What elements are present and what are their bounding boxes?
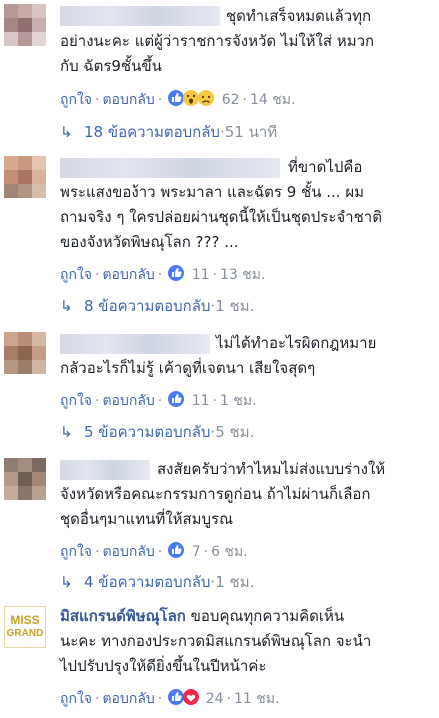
reply-timestamp: 1 ชม. bbox=[215, 297, 255, 315]
reply-count[interactable]: 8 ข้อความตอบกลับ bbox=[84, 297, 210, 315]
reply-button[interactable]: ตอบกลับ bbox=[102, 92, 154, 108]
separator: · bbox=[226, 691, 231, 707]
separator: · bbox=[212, 267, 217, 283]
separator: · bbox=[95, 544, 100, 560]
commenter-name-redacted[interactable] bbox=[60, 6, 220, 26]
reactions-summary[interactable] bbox=[167, 390, 187, 414]
like-button[interactable]: ถูกใจ bbox=[60, 691, 92, 707]
reply-count[interactable]: 18 ข้อความตอบกลับ bbox=[84, 123, 220, 141]
reply-button[interactable]: ตอบกลับ bbox=[102, 691, 154, 707]
avatar[interactable] bbox=[4, 4, 46, 46]
comment-timestamp[interactable]: 13 ชม. bbox=[220, 267, 265, 283]
separator: · bbox=[95, 393, 100, 409]
wow-icon bbox=[183, 90, 200, 106]
comment-text-line: กับ ฉัตร9ชั้นขึ้น bbox=[60, 57, 162, 75]
like-icon bbox=[168, 689, 185, 705]
reaction-count[interactable]: 24 bbox=[206, 691, 224, 707]
reaction-count[interactable]: 11 bbox=[192, 393, 210, 409]
sad-icon bbox=[198, 90, 215, 106]
separator: · bbox=[203, 544, 209, 560]
comment-timestamp[interactable]: 11 ชม. bbox=[234, 691, 279, 707]
commenter-name-redacted[interactable] bbox=[60, 334, 210, 354]
commenter-name-redacted[interactable] bbox=[60, 460, 150, 480]
separator: · bbox=[157, 691, 163, 707]
comment-timestamp[interactable]: 6 ชม. bbox=[211, 544, 248, 560]
separator: · bbox=[95, 691, 100, 707]
reply-timestamp: 51 นาที bbox=[224, 123, 278, 141]
reply-arrow-icon: ↳ bbox=[60, 423, 73, 441]
comment-text-line: ของจังหวัดพิษณุโลก ??? ... bbox=[60, 233, 239, 251]
comment-text-line: ที่ขาดไปคือ bbox=[288, 158, 363, 176]
reactions-summary[interactable] bbox=[167, 541, 187, 565]
separator: · bbox=[157, 393, 163, 409]
reactions-summary[interactable] bbox=[167, 264, 187, 288]
comment-text: ขอบคุณทุกความคิดเห็น bbox=[190, 607, 345, 625]
like-button[interactable]: ถูกใจ bbox=[60, 393, 92, 409]
view-replies-link[interactable]: ↳ 8 ข้อความตอบกลับ·1 ชม. bbox=[60, 296, 254, 316]
reaction-count[interactable]: 11 bbox=[192, 267, 210, 283]
separator: · bbox=[95, 267, 100, 283]
reply-button[interactable]: ตอบกลับ bbox=[102, 393, 154, 409]
comment-text-line: ถามจริง ๆ ใครปล่อยผ่านชุดนี้ให้เป็นชุดปร… bbox=[60, 208, 382, 226]
comment-actions: ถูกใจ · ตอบกลับ · 7 · 6 ชม. bbox=[60, 541, 248, 565]
like-icon bbox=[168, 542, 185, 558]
miss-grand-logo[interactable]: MISS GRAND bbox=[4, 606, 46, 648]
reply-arrow-icon: ↳ bbox=[60, 297, 73, 315]
separator: · bbox=[95, 92, 100, 108]
separator: · bbox=[157, 267, 163, 283]
like-icon bbox=[168, 391, 185, 407]
comment-timestamp[interactable]: 14 ชม. bbox=[250, 92, 295, 108]
reply-button[interactable]: ตอบกลับ bbox=[102, 544, 154, 560]
logo-text: GRAND bbox=[6, 628, 44, 639]
comment-text-line: ไปปรับปรุงให้ดียิ่งขึ้นในปีหน้าค่ะ bbox=[60, 657, 267, 675]
reply-count[interactable]: 5 ข้อความตอบกลับ bbox=[84, 423, 210, 441]
page-name-link[interactable]: มิสแกรนด์พิษณุโลก bbox=[60, 607, 186, 625]
reply-button[interactable]: ตอบกลับ bbox=[102, 267, 154, 283]
comment-text-line: สงสัยครับว่าทำไหมไม่ส่งแบบร่างให้ bbox=[157, 460, 386, 478]
comment-text-line: กลัวอะไรก็ไม่รู้ เค้าดูที่เจตนา เสียใจสุ… bbox=[60, 359, 316, 377]
comment-actions: ถูกใจ · ตอบกลับ · 62 · 14 ชม. bbox=[60, 89, 295, 113]
comment-actions: ถูกใจ · ตอบกลับ · 11 · 1 ชม. bbox=[60, 390, 257, 414]
reply-count[interactable]: 4 ข้อความตอบกลับ bbox=[84, 573, 210, 591]
separator: · bbox=[157, 544, 163, 560]
like-button[interactable]: ถูกใจ bbox=[60, 92, 92, 108]
view-replies-link[interactable]: ↳ 18 ข้อความตอบกลับ·51 นาที bbox=[60, 122, 277, 142]
comment-text-line: ไม่ได้ทำอะไรผิดกฎหมาย bbox=[216, 334, 377, 352]
view-replies-link[interactable]: ↳ 4 ข้อความตอบกลับ·1 ชม. bbox=[60, 572, 254, 592]
view-replies-link[interactable]: ↳ 5 ข้อความตอบกลับ·5 ชม. bbox=[60, 422, 254, 442]
avatar[interactable] bbox=[4, 156, 46, 198]
reaction-count[interactable]: 62 bbox=[222, 92, 240, 108]
like-button[interactable]: ถูกใจ bbox=[60, 544, 92, 560]
like-icon bbox=[168, 90, 185, 106]
separator: · bbox=[212, 393, 217, 409]
comment-actions: ถูกใจ · ตอบกลับ · 24 · 11 ชม. bbox=[60, 688, 279, 712]
comment-text-line: อย่างนะคะ แต่ผู้ว่าราชการจังหวัด ไม่ให้ใ… bbox=[60, 32, 375, 50]
comment-timestamp[interactable]: 1 ชม. bbox=[220, 393, 257, 409]
comment-text-line: ชุดทำเสร็จหมดแล้วทุก bbox=[226, 7, 372, 25]
reactions-summary[interactable] bbox=[167, 688, 201, 712]
like-button[interactable]: ถูกใจ bbox=[60, 267, 92, 283]
comment-text-line: มิสแกรนด์พิษณุโลก ขอบคุณทุกความคิดเห็น bbox=[60, 604, 344, 629]
reply-timestamp: 1 ชม. bbox=[215, 573, 255, 591]
logo-text: MISS bbox=[10, 613, 40, 627]
love-icon bbox=[183, 689, 200, 705]
avatar[interactable] bbox=[4, 458, 46, 500]
reply-arrow-icon: ↳ bbox=[60, 123, 73, 141]
comment-text-line: นะคะ ทางกองประกวดมิสแกรนด์พิษณุโลก จะนำ bbox=[60, 632, 372, 650]
comment-text-line: จังหวัดหรือคณะกรรมการดูก่อน ถ้าไม่ผ่านก็… bbox=[60, 485, 371, 503]
separator: · bbox=[157, 92, 163, 108]
commenter-name-redacted[interactable] bbox=[60, 158, 280, 178]
reactions-summary[interactable] bbox=[167, 89, 217, 113]
like-icon bbox=[168, 265, 185, 281]
avatar[interactable] bbox=[4, 332, 46, 374]
reply-arrow-icon: ↳ bbox=[60, 573, 73, 591]
reply-timestamp: 5 ชม. bbox=[215, 423, 255, 441]
reaction-count[interactable]: 7 bbox=[192, 544, 201, 560]
separator: · bbox=[242, 92, 247, 108]
comment-text-line: พระแสงของ้าว พระมาลา และฉัตร 9 ชั้น ... … bbox=[60, 183, 365, 201]
comment-actions: ถูกใจ · ตอบกลับ · 11 · 13 ชม. bbox=[60, 264, 265, 288]
comment-text-line: ชุดอื่นๆมาแทนที่ให้สมบูรณ bbox=[60, 510, 233, 528]
